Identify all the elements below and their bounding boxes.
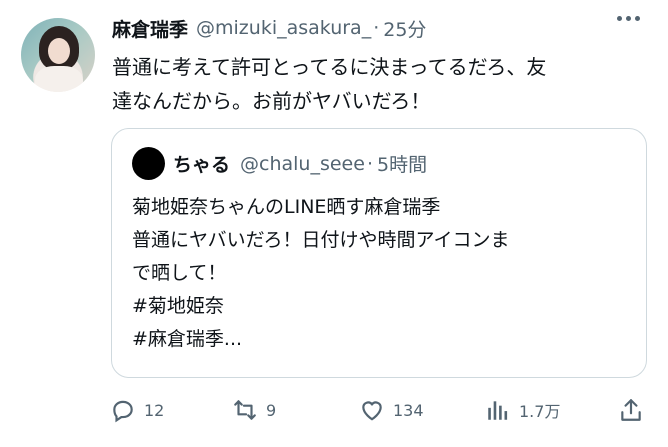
author-avatar[interactable] (21, 18, 95, 92)
avatar-body (35, 66, 83, 92)
heart-icon (362, 401, 382, 421)
reply-icon (113, 400, 133, 423)
quoted-author-name: ちゃる (173, 154, 231, 176)
quoted-separator-dot: · (366, 152, 373, 175)
like-count: 134 (393, 400, 424, 420)
quoted-author-avatar (132, 147, 165, 180)
retweet-icon (234, 400, 256, 420)
action-bar: 12 9 134 1.7万 (110, 392, 650, 428)
separator-dot: · (373, 17, 380, 39)
quoted-text-line: 菊地姫奈ちゃんのLINE晒す麻倉瑞季 (132, 196, 441, 218)
more-dot (635, 16, 640, 21)
quoted-tweet-text: 菊地姫奈ちゃんのLINE晒す麻倉瑞季 普通にヤバいだろ！日付けや時間アイコンま … (132, 191, 632, 356)
avatar-face (48, 38, 70, 64)
views-button[interactable]: 1.7万 (485, 392, 560, 428)
quoted-author-handle: @chalu_seee (240, 152, 365, 175)
quoted-hashtag[interactable]: #麻倉瑞季... (132, 323, 632, 356)
more-icon[interactable] (617, 16, 640, 21)
author-name[interactable]: 麻倉瑞季 (112, 15, 188, 42)
like-button[interactable]: 134 (359, 392, 424, 428)
quoted-tweet[interactable]: ちゃる @chalu_seee · 5時間 菊地姫奈ちゃんのLINE晒す麻倉瑞季… (111, 128, 647, 378)
retweet-count: 9 (266, 400, 277, 420)
views-count: 1.7万 (519, 402, 561, 421)
quoted-tweet-time: 5時間 (376, 154, 428, 176)
quoted-text-line: で晒して！ (132, 262, 227, 284)
retweet-button[interactable]: 9 (232, 392, 276, 428)
more-dot (617, 16, 622, 21)
reply-count: 12 (144, 400, 165, 420)
share-icon (621, 399, 641, 421)
author-handle[interactable]: @mizuki_asakura_ (196, 17, 371, 39)
quoted-tweet-header: ちゃる @chalu_seee · 5時間 (132, 147, 427, 180)
tweet-text: 普通に考えて許可とってるに決まってるだろ、友 達なんだから。お前がヤバいだろ！ (112, 50, 657, 118)
views-icon (488, 401, 508, 420)
share-button[interactable] (618, 392, 644, 428)
quoted-hashtag[interactable]: #菊地姫奈 (132, 290, 632, 323)
tweet-text-line: 普通に考えて許可とってるに決まってるだろ、友 (112, 55, 547, 79)
tweet-text-line: 達なんだから。お前がヤバいだろ！ (112, 89, 431, 113)
reply-button[interactable]: 12 (110, 392, 164, 428)
tweet-header: 麻倉瑞季 @mizuki_asakura_ · 25分 (112, 13, 426, 43)
more-dot (626, 16, 631, 21)
tweet-time[interactable]: 25分 (383, 15, 426, 42)
quoted-text-line: 普通にヤバいだろ！日付けや時間アイコンま (132, 229, 510, 251)
